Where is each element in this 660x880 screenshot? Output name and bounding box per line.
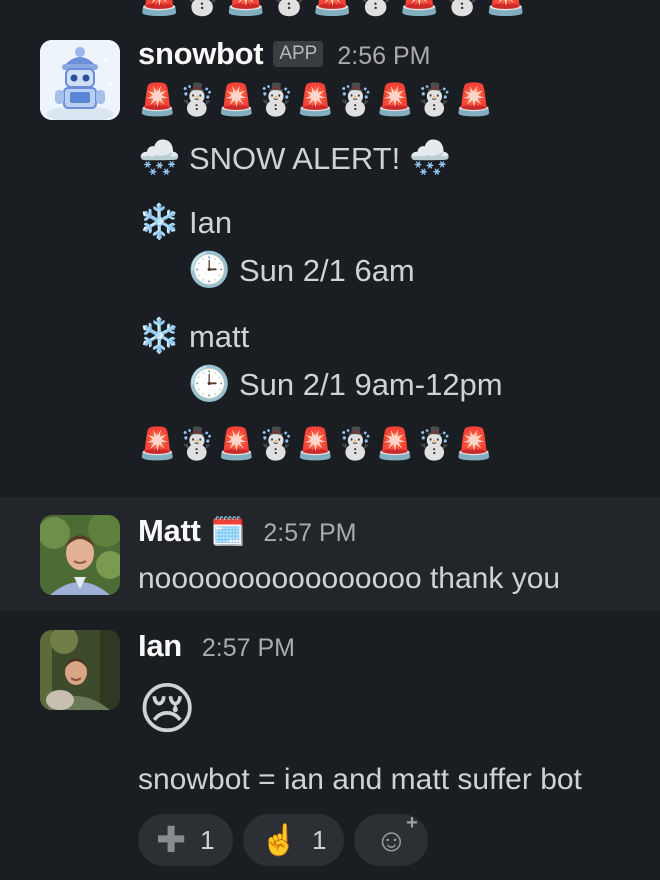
ian-avatar <box>40 630 120 710</box>
alert-entry-name: ❄️ Ian <box>138 202 232 242</box>
app-badge: APP <box>273 41 324 67</box>
alert-entry-time: 🕒 Sun 2/1 6am <box>188 250 415 290</box>
entry-name: Ian <box>188 205 233 240</box>
message-text: snowbot = ian and matt suffer bot <box>138 763 582 796</box>
snow-cloud-icon: 🌨️ <box>138 139 181 177</box>
message-matt[interactable]: Matt 🗓️ 2:57 PM noooooooooooooooo thank … <box>0 497 660 611</box>
avatar-matt[interactable] <box>40 515 120 595</box>
add-reaction-icon: ☺ + <box>375 811 418 858</box>
add-reaction-button[interactable]: ☺ + <box>354 811 429 866</box>
message-ian[interactable]: Ian 2:57 PM 😢 snowbot = ian and matt suf… <box>0 612 660 880</box>
snowflake-icon: ❄️ <box>138 203 181 241</box>
avatar-ian[interactable] <box>40 630 120 710</box>
point-up-icon: ☝️ <box>260 823 298 857</box>
matt-avatar <box>40 515 120 595</box>
message-header: Ian 2:57 PM <box>138 628 650 668</box>
entry-time: Sun 2/1 9am-12pm <box>238 367 503 402</box>
partial-emoji-row: 🚨☃️🚨☃️🚨☃️🚨☃️🚨 <box>138 0 528 20</box>
crying-face-emoji: 😢 <box>138 677 197 740</box>
clock-icon: 🕒 <box>188 365 231 403</box>
reactions-bar: ✚ 1 ☝️ 1 ☺ + <box>138 811 429 866</box>
reaction-count: 1 <box>312 824 327 855</box>
snow-cloud-icon: 🌨️ <box>408 139 452 177</box>
sender-name[interactable]: Matt <box>138 513 201 549</box>
entry-name: matt <box>188 319 250 354</box>
alert-emoji-row-top: 🚨☃️🚨☃️🚨☃️🚨☃️🚨 <box>138 82 495 117</box>
alert-entry-time: 🕒 Sun 2/1 9am-12pm <box>188 364 503 404</box>
reaction-count: 1 <box>200 824 215 855</box>
alert-emoji-row-bottom: 🚨☃️🚨☃️🚨☃️🚨☃️🚨 <box>138 426 495 461</box>
alert-heading: 🌨️ SNOW ALERT! 🌨️ <box>138 138 451 178</box>
sender-name[interactable]: Ian <box>138 628 182 664</box>
alert-text: SNOW ALERT! <box>188 141 401 176</box>
alert-entry-name: ❄️ matt <box>138 316 249 356</box>
timestamp[interactable]: 2:56 PM <box>337 42 430 71</box>
message-header: snowbot APP 2:56 PM <box>138 36 650 76</box>
entry-time: Sun 2/1 6am <box>238 253 415 288</box>
message-text: noooooooooooooooo thank you <box>138 562 561 595</box>
message-list: 🚨☃️🚨☃️🚨☃️🚨☃️🚨 snow <box>0 0 660 880</box>
timestamp[interactable]: 2:57 PM <box>263 519 356 548</box>
message-header: Matt 🗓️ 2:57 PM <box>138 513 650 553</box>
reaction-point-up[interactable]: ☝️ 1 <box>242 814 345 866</box>
reaction-plus[interactable]: ✚ 1 <box>138 814 233 866</box>
plus-icon: ✚ <box>156 819 187 860</box>
snowbot-robot-avatar <box>40 40 120 120</box>
avatar-snowbot[interactable] <box>40 40 120 120</box>
timestamp[interactable]: 2:57 PM <box>202 634 295 663</box>
snowflake-icon: ❄️ <box>138 317 181 355</box>
sender-name[interactable]: snowbot <box>138 36 264 72</box>
message-snowbot[interactable]: snowbot APP 2:56 PM 🚨☃️🚨☃️🚨☃️🚨☃️🚨 🌨️ SNO… <box>0 30 660 496</box>
calendar-status-icon[interactable]: 🗓️ <box>211 515 246 548</box>
clock-icon: 🕒 <box>188 251 231 289</box>
